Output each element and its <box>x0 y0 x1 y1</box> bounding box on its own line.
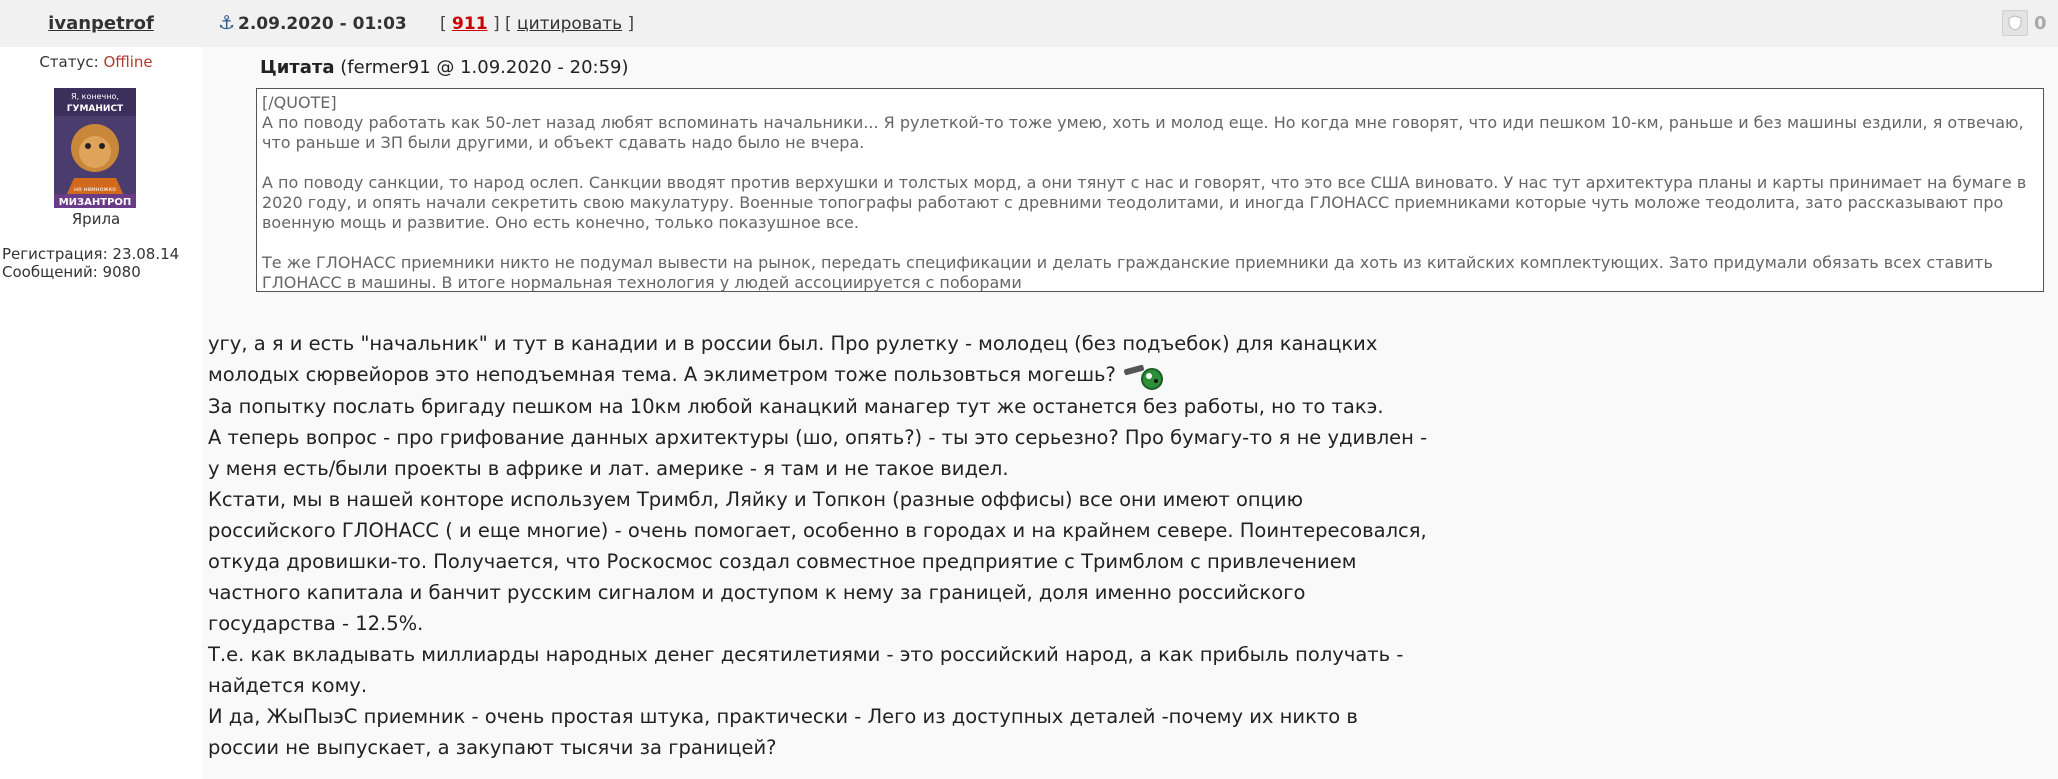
author-stats: Регистрация: 23.08.14 Сообщений: 9080 <box>2 245 179 281</box>
body-paragraph: угу, а я и есть "начальник" и тут в кана… <box>208 328 1433 391</box>
author-username-link[interactable]: ivanpetrof <box>48 13 154 34</box>
body-paragraph: Кстати, мы в нашей конторе используем Тр… <box>208 487 1427 635</box>
quote-paragraph: А по поводу работать как 50-лет назад лю… <box>262 113 2024 152</box>
avatar-caption: Ярила <box>71 210 121 228</box>
spyglass-smiley-icon <box>1122 361 1166 391</box>
quote-label: Цитата <box>260 57 335 78</box>
rating-shield-icon[interactable] <box>2002 10 2028 36</box>
rating-widget: 0 <box>2002 6 2058 40</box>
quote-paragraph: А по поводу санкции, то народ ослеп. Сан… <box>262 173 2027 232</box>
avatar-text-2: ГУМАНИСТ <box>67 104 124 114</box>
body-paragraph: И да, ЖыПыэС приемник - очень простая шт… <box>208 704 1358 759</box>
quote-tag: [/QUOTE] <box>262 93 337 112</box>
message-count: Сообщений: 9080 <box>2 263 141 281</box>
status-label: Статус: <box>39 53 99 71</box>
anchor-icon[interactable]: ⚓ <box>218 12 235 34</box>
post-header: ⚓ 2.09.2020 - 01:03 [ 911 ] [ цитировать… <box>202 0 2058 47</box>
avatar-text-1: Я, конечно, <box>71 92 119 101</box>
status-value: Offline <box>103 53 153 71</box>
avatar-text-3: но немножко <box>74 186 116 193</box>
post-links: [ 911 ] [ цитировать ] <box>440 14 635 34</box>
quote-box: [/QUOTE] А по поводу работать как 50-лет… <box>256 88 2044 292</box>
body-text: угу, а я и есть "начальник" и тут в кана… <box>208 332 1378 386</box>
avatar-text-4: МИЗАНТРОП <box>59 197 132 208</box>
quote-paragraph: Те же ГЛОНАСС приемники никто не подумал… <box>262 253 1993 292</box>
author-header: ivanpetrof <box>0 0 202 47</box>
rating-value: 0 <box>2034 12 2047 34</box>
quote-title: Цитата (fermer91 @ 1.09.2020 - 20:59) <box>260 57 629 78</box>
registration-date: Регистрация: 23.08.14 <box>2 245 180 263</box>
body-paragraph: За попытку послать бригаду пешком на 10к… <box>208 394 1384 418</box>
body-paragraph: А теперь вопрос - про грифование данных … <box>208 425 1428 480</box>
quote-meta: (fermer91 @ 1.09.2020 - 20:59) <box>340 57 629 78</box>
author-status: Статус: Offline <box>0 53 192 71</box>
body-paragraph: Т.е. как вкладывать миллиарды народных д… <box>208 642 1404 697</box>
post-body: угу, а я и есть "начальник" и тут в кана… <box>208 328 1433 763</box>
quote-link[interactable]: цитировать <box>517 14 622 34</box>
post-date: 2.09.2020 - 01:03 <box>238 14 407 34</box>
post-number-link[interactable]: 911 <box>452 14 488 34</box>
avatar[interactable]: Я, конечно, ГУМАНИСТ но немножко МИЗАНТР… <box>54 88 136 208</box>
